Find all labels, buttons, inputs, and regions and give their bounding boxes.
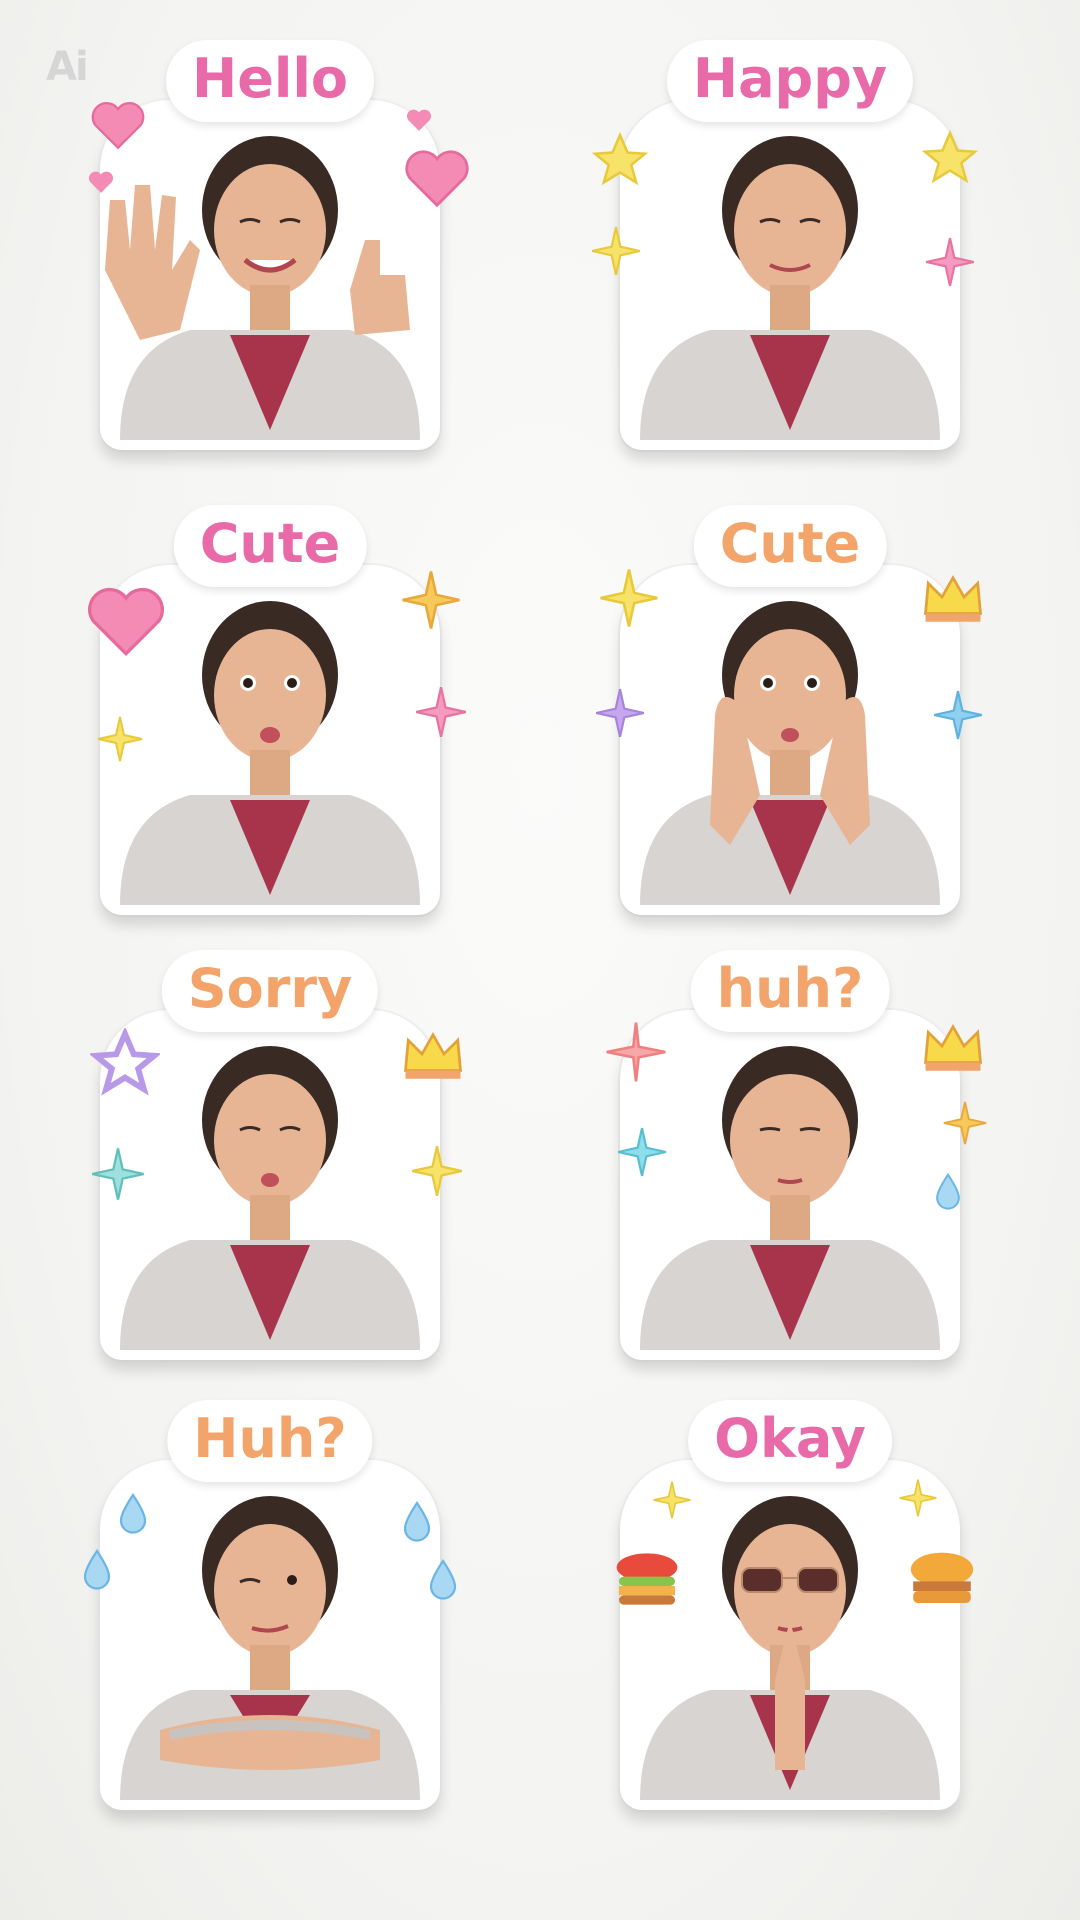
sparkle-icon bbox=[943, 1101, 987, 1145]
burger-icon bbox=[616, 1553, 678, 1605]
sticker-label: Cute bbox=[693, 505, 887, 587]
sparkle-icon bbox=[97, 716, 143, 762]
sparkle-icon bbox=[416, 687, 466, 737]
heart-icon bbox=[406, 109, 432, 131]
sticker-happy[interactable]: Happy bbox=[590, 40, 990, 470]
sparkle-icon bbox=[595, 688, 645, 738]
sparkle-icon bbox=[402, 571, 460, 629]
heart-icon bbox=[91, 102, 145, 150]
sticker-label: Happy bbox=[666, 40, 914, 122]
sparkle-icon bbox=[617, 1127, 667, 1177]
crown-icon bbox=[403, 1031, 463, 1079]
star-icon bbox=[591, 226, 641, 276]
crown-icon bbox=[923, 1023, 983, 1071]
person-photo bbox=[640, 1046, 940, 1350]
heart-icon bbox=[88, 587, 164, 657]
sticker-label: Huh? bbox=[167, 1400, 373, 1482]
burger-icon bbox=[910, 1552, 974, 1603]
droplet-icon bbox=[119, 1492, 147, 1534]
sticker-okay[interactable]: Okay bbox=[590, 1400, 990, 1830]
sparkle-icon bbox=[606, 1022, 666, 1082]
heart-icon bbox=[405, 150, 469, 208]
sticker-grid: Hello Happy Cute Cute Sorry huh? Huh? Ok… bbox=[0, 0, 1080, 1920]
sparkle-icon bbox=[899, 1479, 937, 1517]
heart-icon bbox=[88, 171, 114, 193]
person-photo bbox=[120, 1496, 420, 1800]
sparkle-icon bbox=[412, 1146, 462, 1196]
star-icon bbox=[591, 131, 649, 186]
sparkle-icon bbox=[92, 1148, 144, 1200]
sparkle-icon bbox=[925, 237, 975, 287]
star-outline-icon bbox=[90, 1028, 160, 1096]
person-photo bbox=[640, 136, 940, 440]
sticker-label: huh? bbox=[690, 950, 890, 1032]
sticker-huh-lower[interactable]: huh? bbox=[590, 950, 990, 1380]
person-photo bbox=[640, 601, 940, 905]
sticker-label: Okay bbox=[688, 1400, 892, 1482]
sticker-cute-orange[interactable]: Cute bbox=[590, 505, 990, 935]
droplet-icon bbox=[83, 1548, 111, 1590]
sticker-label: Cute bbox=[173, 505, 367, 587]
crown-icon bbox=[923, 574, 983, 622]
sticker-huh-upper[interactable]: Huh? bbox=[70, 1400, 470, 1830]
droplet-icon bbox=[936, 1172, 960, 1210]
sparkle-icon bbox=[600, 569, 658, 627]
sticker-sorry[interactable]: Sorry bbox=[70, 950, 470, 1380]
sparkle-icon bbox=[653, 1481, 691, 1519]
sticker-label: Hello bbox=[166, 40, 374, 122]
droplet-icon bbox=[429, 1558, 457, 1600]
star-icon bbox=[921, 129, 979, 184]
sticker-hello[interactable]: Hello bbox=[70, 40, 470, 470]
sticker-label: Sorry bbox=[161, 950, 379, 1032]
sticker-cute-pink[interactable]: Cute bbox=[70, 505, 470, 935]
droplet-icon bbox=[403, 1500, 431, 1542]
person-photo bbox=[105, 136, 420, 440]
sparkle-icon bbox=[933, 690, 983, 740]
